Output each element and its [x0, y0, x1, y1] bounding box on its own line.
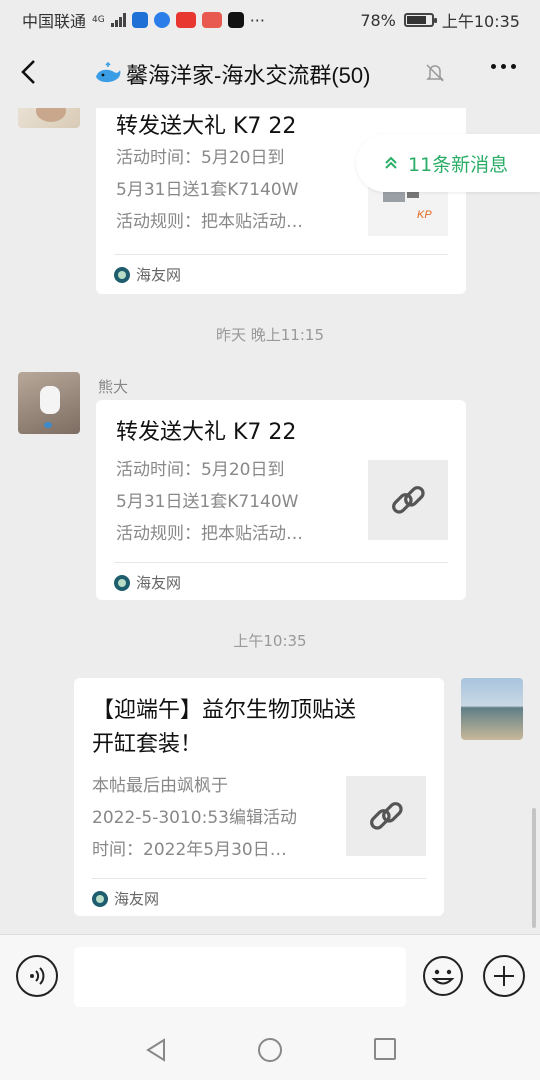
card-description: 本帖最后由飒枫于 2022-5-3010:53编辑活动 时间：2022年5月30…: [92, 776, 297, 860]
news-app-icon: [201, 12, 222, 28]
svg-text:KP: KP: [417, 209, 432, 221]
clock: 上午10:35: [441, 12, 520, 31]
avatar[interactable]: [18, 372, 80, 434]
more-notifications-icon: ···: [249, 10, 265, 30]
network-type: 4G: [92, 14, 105, 25]
avatar[interactable]: [18, 108, 80, 128]
card-divider: [114, 254, 448, 255]
plus-button[interactable]: [483, 955, 525, 997]
link-icon: [392, 486, 425, 514]
card-source: 海友网: [114, 264, 181, 285]
new-messages-label: 11条新消息: [408, 153, 509, 176]
message-timestamp: 上午10:35: [233, 632, 307, 650]
more-options-button[interactable]: [491, 64, 516, 69]
toutiao-app-icon: [175, 12, 196, 28]
card-title: 转发送大礼 K7 22: [116, 114, 297, 139]
back-button[interactable]: [14, 56, 46, 88]
source-logo-icon: [92, 890, 108, 907]
card-source: 海友网: [114, 572, 181, 593]
nav-home-button[interactable]: [258, 1038, 282, 1062]
card-description: 活动时间：5月20日到 5月31日送1套K7140W 活动规则：把本贴活动…: [116, 148, 303, 232]
card-title: 转发送大礼 K7 22: [116, 420, 297, 445]
voice-button[interactable]: [16, 955, 58, 997]
link-card[interactable]: 转发送大礼 K7 22 活动时间：5月20日到 5月31日送1套K7140W 活…: [96, 400, 466, 600]
signal-icon: [110, 13, 126, 27]
battery-icon: [403, 13, 437, 27]
system-nav-bar: [0, 1020, 540, 1080]
card-description: 活动时间：5月20日到 5月31日送1套K7140W 活动规则：把本贴活动…: [116, 460, 303, 544]
chat-header: 馨海洋家-海水交流群(50): [0, 36, 540, 108]
card-divider: [114, 562, 448, 563]
link-card[interactable]: 【迎端午】益尔生物顶贴送 开缸套装！ 本帖最后由飒枫于 2022-5-3010:…: [74, 678, 444, 916]
link-icon: [370, 802, 403, 830]
mute-bell-icon: [426, 64, 444, 82]
input-bar: [0, 934, 540, 1020]
voice-icon: [30, 967, 45, 985]
status-bar: 中国联通 4G ··· 78% 上午10:35: [0, 0, 540, 36]
card-thumbnail: [368, 460, 448, 540]
emoji-button[interactable]: [422, 955, 464, 997]
card-source: 海友网: [92, 888, 159, 909]
chat-area[interactable]: 转发送大礼 K7 22 活动时间：5月20日到 5月31日送1套K7140W 活…: [0, 108, 540, 934]
battery-percent: 78%: [360, 10, 396, 30]
whale-emoji-icon: [96, 61, 121, 83]
bulb-app-icon: [153, 12, 170, 28]
scrollbar[interactable]: [532, 808, 536, 928]
source-logo-icon: [114, 266, 130, 283]
my-avatar[interactable]: [461, 678, 523, 740]
card-title: 【迎端午】益尔生物顶贴送 开缸套装！: [92, 698, 357, 757]
message-timestamp: 昨天 晚上11:15: [216, 326, 324, 344]
message-input[interactable]: [74, 947, 406, 1007]
page-title: 馨海洋家-海水交流群(50): [94, 58, 370, 90]
carrier-label: 中国联通: [22, 12, 87, 31]
tiktok-app-icon: [227, 12, 244, 28]
back-icon: [21, 60, 35, 84]
double-chevron-up-icon: [385, 156, 397, 169]
sender-name: 熊大: [98, 378, 129, 396]
nav-recent-button[interactable]: [374, 1038, 396, 1060]
card-divider: [92, 878, 426, 879]
shield-app-icon: [131, 12, 148, 28]
card-thumbnail: [346, 776, 426, 856]
new-messages-button[interactable]: 11条新消息: [356, 134, 540, 192]
group-name: 馨海洋家-海水交流群(50): [126, 63, 371, 88]
nav-back-button[interactable]: [144, 1038, 168, 1062]
source-logo-icon: [114, 574, 130, 591]
